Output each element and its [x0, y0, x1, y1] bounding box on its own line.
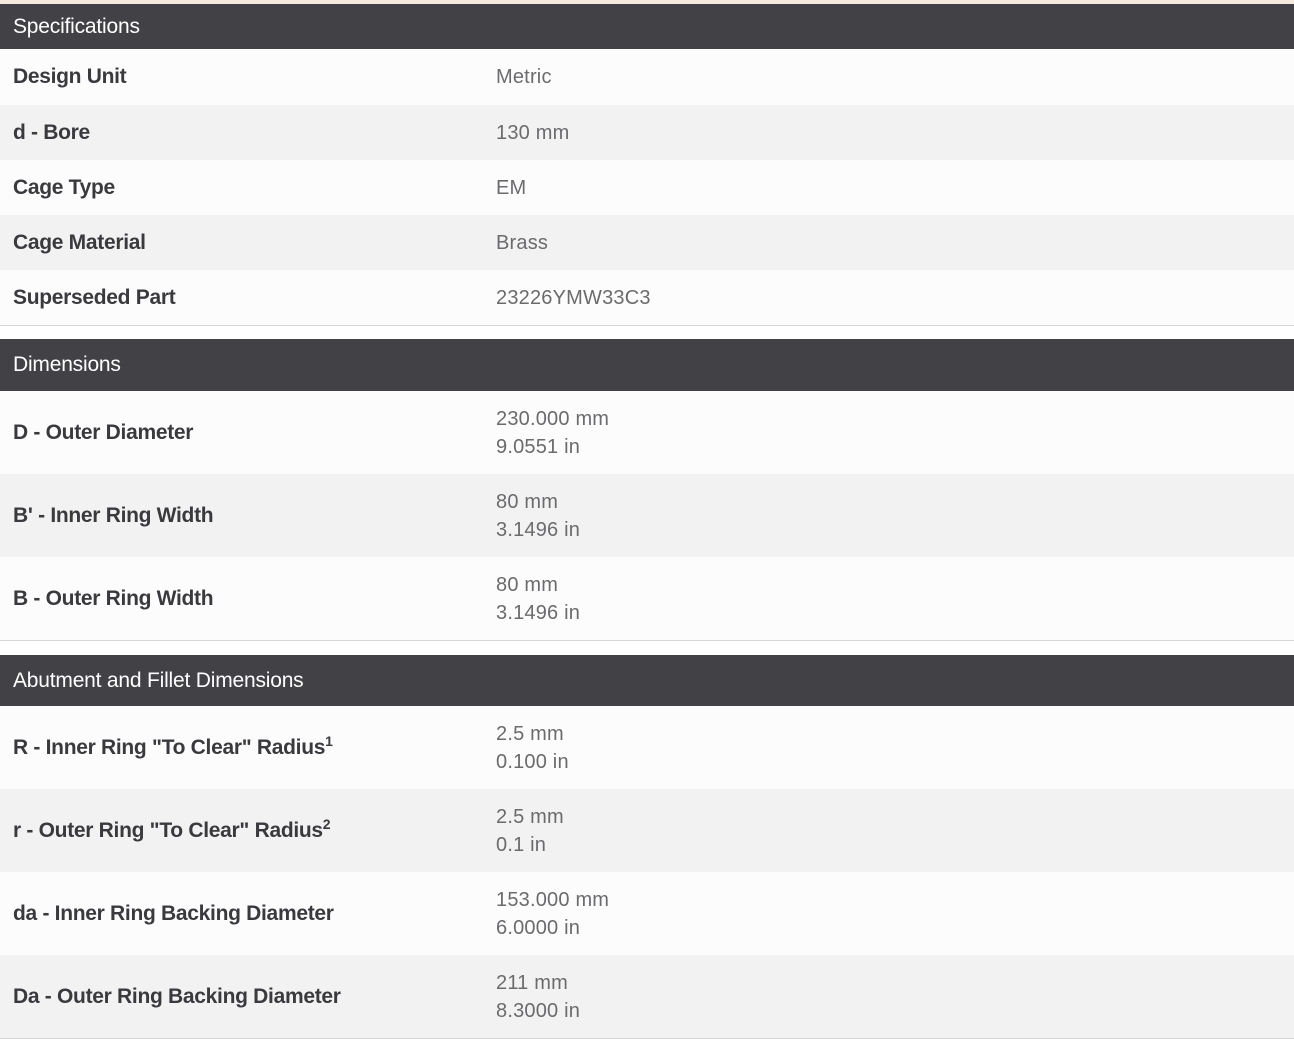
abut-label: Da - Outer Ring Backing Diameter: [13, 984, 341, 1008]
section-gap: [0, 326, 1294, 339]
abut-label-text: R - Inner Ring "To Clear" Radius: [13, 735, 326, 759]
abut-value: 211 mm 8.3000 in: [496, 969, 580, 1025]
spec-row-superseded-part: Superseded Part 23226YMW33C3: [0, 270, 1294, 325]
metric-value: 2.5 mm: [496, 722, 564, 745]
abut-row-outer-ring-backing: Da - Outer Ring Backing Diameter 211 mm …: [0, 955, 1294, 1038]
spec-label: Superseded Part: [13, 285, 176, 309]
section-divider: [0, 1038, 1294, 1039]
dimensions-table: D - Outer Diameter 230.000 mm 9.0551 in …: [0, 391, 1294, 640]
abut-value: 153.000 mm 6.0000 in: [496, 886, 609, 942]
spec-label: Cage Material: [13, 230, 146, 254]
dim-value: 230.000 mm 9.0551 in: [496, 405, 609, 461]
abut-row-inner-ring-radius: R - Inner Ring "To Clear" Radius1 2.5 mm…: [0, 706, 1294, 789]
abut-value: 2.5 mm 0.1 in: [496, 803, 564, 859]
abutment-section: Abutment and Fillet Dimensions R - Inner…: [0, 655, 1294, 1039]
abut-label: r - Outer Ring "To Clear" Radius2: [0, 815, 496, 843]
spec-row-design-unit: Design Unit Metric: [0, 49, 1294, 105]
abut-row-inner-ring-backing: da - Inner Ring Backing Diameter 153.000…: [0, 872, 1294, 955]
dim-row-outer-diameter: D - Outer Diameter 230.000 mm 9.0551 in: [0, 391, 1294, 474]
spec-row-cage-type: Cage Type EM: [0, 160, 1294, 215]
metric-value: 211 mm: [496, 971, 568, 994]
metric-value: 80 mm: [496, 573, 559, 596]
dim-value: 80 mm 3.1496 in: [496, 571, 580, 627]
imperial-value: 8.3000 in: [496, 999, 581, 1022]
footnote-ref: 2: [322, 815, 331, 832]
abut-label: R - Inner Ring "To Clear" Radius1: [0, 732, 496, 760]
dimensions-header: Dimensions: [0, 339, 1294, 391]
spec-value: Brass: [496, 231, 549, 254]
dimensions-section: Dimensions D - Outer Diameter 230.000 mm…: [0, 339, 1294, 641]
abut-label-text: r - Outer Ring "To Clear" Radius: [13, 818, 323, 842]
spec-value: Metric: [496, 66, 552, 88]
specifications-section: Specifications Design Unit Metric d - Bo…: [0, 4, 1294, 326]
spec-label: Design Unit: [13, 65, 127, 88]
dim-row-outer-ring-width: B - Outer Ring Width 80 mm 3.1496 in: [0, 557, 1294, 640]
imperial-value: 3.1496 in: [496, 518, 581, 541]
metric-value: 2.5 mm: [496, 805, 564, 828]
imperial-value: 0.100 in: [496, 750, 569, 773]
dim-label: B - Outer Ring Width: [13, 586, 214, 610]
imperial-value: 6.0000 in: [496, 916, 581, 939]
imperial-value: 9.0551 in: [496, 435, 581, 458]
spec-label: Cage Type: [13, 175, 115, 199]
dim-row-inner-ring-width: B' - Inner Ring Width 80 mm 3.1496 in: [0, 474, 1294, 557]
specifications-table: Design Unit Metric d - Bore 130 mm Cage …: [0, 49, 1294, 325]
spec-label: d - Bore: [13, 120, 90, 144]
section-gap: [0, 641, 1294, 655]
dim-label: D - Outer Diameter: [13, 420, 194, 444]
metric-value: 80 mm: [496, 490, 559, 513]
abutment-table: R - Inner Ring "To Clear" Radius1 2.5 mm…: [0, 706, 1294, 1038]
metric-value: 230.000 mm: [496, 407, 610, 430]
abut-label: da - Inner Ring Backing Diameter: [13, 901, 334, 925]
metric-value: 153.000 mm: [496, 888, 610, 911]
spec-value: EM: [496, 176, 527, 199]
imperial-value: 3.1496 in: [496, 601, 581, 624]
specifications-header: Specifications: [0, 4, 1294, 49]
spec-value: 23226YMW33C3: [496, 286, 651, 309]
spec-value: 130 mm: [496, 121, 570, 144]
abut-value: 2.5 mm 0.100 in: [496, 720, 569, 776]
footnote-ref: 1: [325, 732, 333, 749]
dim-label: B' - Inner Ring Width: [13, 503, 214, 527]
abut-row-outer-ring-radius: r - Outer Ring "To Clear" Radius2 2.5 mm…: [0, 789, 1294, 872]
dim-value: 80 mm 3.1496 in: [496, 488, 580, 544]
imperial-value: 0.1 in: [496, 833, 547, 856]
spec-row-bore: d - Bore 130 mm: [0, 105, 1294, 160]
spec-row-cage-material: Cage Material Brass: [0, 215, 1294, 270]
abutment-header: Abutment and Fillet Dimensions: [0, 655, 1294, 706]
